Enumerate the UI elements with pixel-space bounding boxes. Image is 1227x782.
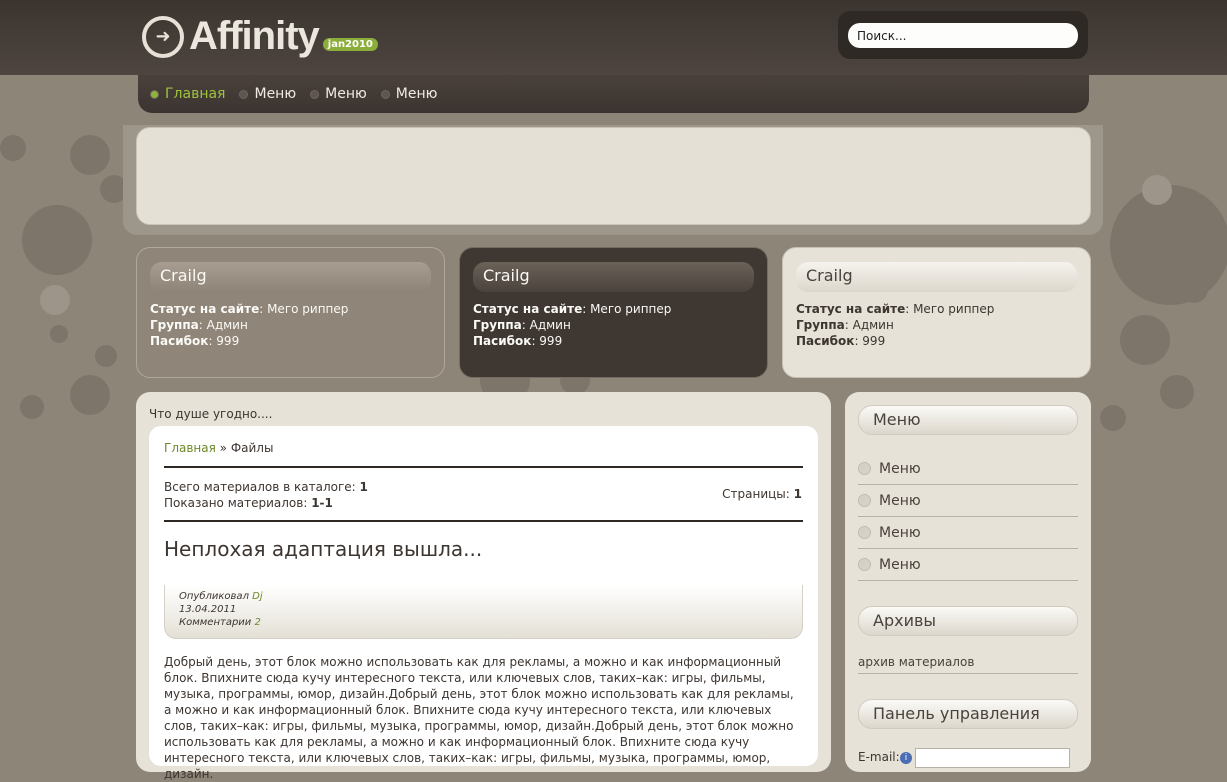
nav-item-label: Меню [325, 86, 367, 102]
logo-text: Affinity [189, 14, 320, 58]
user-card-name: Crailg [796, 262, 1077, 292]
user-card-name: Crailg [150, 262, 431, 292]
sidebar-menu-item[interactable]: Меню [858, 453, 1078, 485]
breadcrumb: Главная » Файлы [164, 441, 273, 455]
email-field[interactable] [915, 748, 1070, 768]
archive-link[interactable]: архив материалов [858, 655, 1078, 674]
post-body: Добрый день, этот блок можно использоват… [164, 655, 794, 781]
user-status-row: Статус на сайте: Мего риппер [796, 302, 995, 316]
breadcrumb-home-link[interactable]: Главная [164, 441, 216, 455]
post-date: 13.04.2011 [179, 604, 237, 615]
breadcrumb-separator: » [215, 441, 231, 455]
bullet-icon [858, 494, 871, 507]
nav-item-home[interactable]: Главная [150, 86, 225, 102]
nav-item-menu-2[interactable]: Меню [310, 86, 367, 102]
bullet-icon [150, 89, 159, 99]
info-icon: i [900, 752, 912, 764]
user-thanks-row: Пасибок: 999 [796, 334, 886, 348]
bullet-icon [858, 462, 871, 475]
bullet-icon [310, 89, 320, 99]
user-card: Crailg Статус на сайте: Мего риппер Груп… [459, 247, 768, 378]
comments-link[interactable]: 2 [254, 617, 260, 628]
main-nav: Главная Меню Меню Меню [138, 75, 1089, 113]
breadcrumb-current: Файлы [230, 441, 274, 455]
bullet-icon [858, 526, 871, 539]
bullet-icon [858, 558, 871, 571]
sidebar-menu-item[interactable]: Меню [858, 517, 1078, 549]
search-input[interactable] [848, 23, 1078, 48]
user-thanks-row: Пасибок: 999 [473, 334, 563, 348]
user-group-row: Группа: Админ [150, 318, 248, 332]
pagination[interactable]: Страницы: 1 [722, 487, 802, 501]
user-card-name: Crailg [473, 262, 754, 292]
user-card: Crailg Статус на сайте: Мего риппер Груп… [782, 247, 1091, 378]
user-card: Crailg Статус на сайте: Мего риппер Груп… [136, 247, 445, 378]
user-thanks-row: Пасибок: 999 [150, 334, 240, 348]
sidebar-panel-title: Панель управления [858, 699, 1078, 729]
logo-arrow-icon: ➜ [142, 15, 184, 58]
author-link[interactable]: Dj [252, 591, 262, 602]
user-group-row: Группа: Админ [473, 318, 571, 332]
sidebar-menu-item[interactable]: Меню [858, 485, 1078, 517]
user-status-row: Статус на сайте: Мего риппер [473, 302, 672, 316]
divider [164, 466, 803, 468]
nav-item-label: Меню [254, 86, 297, 102]
user-status-row: Статус на сайте: Мего риппер [150, 302, 349, 316]
email-label: E-mail: [858, 750, 900, 764]
banner-area [136, 127, 1091, 225]
bullet-icon [380, 89, 390, 99]
site-tagline: Что душе угодно.... [149, 407, 273, 421]
logo-badge: jan2010 [322, 38, 378, 51]
catalog-stats: Всего материалов в каталоге: 1 Показано … [164, 480, 368, 510]
nav-item-label: Меню [395, 86, 438, 102]
site-logo[interactable]: ➜ Affinity jan2010 [142, 14, 378, 59]
divider [164, 520, 803, 522]
sidebar-menu-title: Меню [858, 405, 1078, 435]
sidebar-archive-title: Архивы [858, 606, 1078, 636]
nav-item-menu-3[interactable]: Меню [380, 86, 438, 102]
nav-item-label: Главная [165, 86, 226, 102]
post-meta: Опубликовал Dj 13.04.2011 Комментарии 2 [164, 585, 803, 639]
bullet-icon [239, 89, 249, 99]
sidebar-menu-item[interactable]: Меню [858, 549, 1078, 581]
user-group-row: Группа: Админ [796, 318, 894, 332]
post-title[interactable]: Неплохая адаптация вышла... [164, 537, 482, 561]
nav-item-menu-1[interactable]: Меню [239, 86, 296, 102]
